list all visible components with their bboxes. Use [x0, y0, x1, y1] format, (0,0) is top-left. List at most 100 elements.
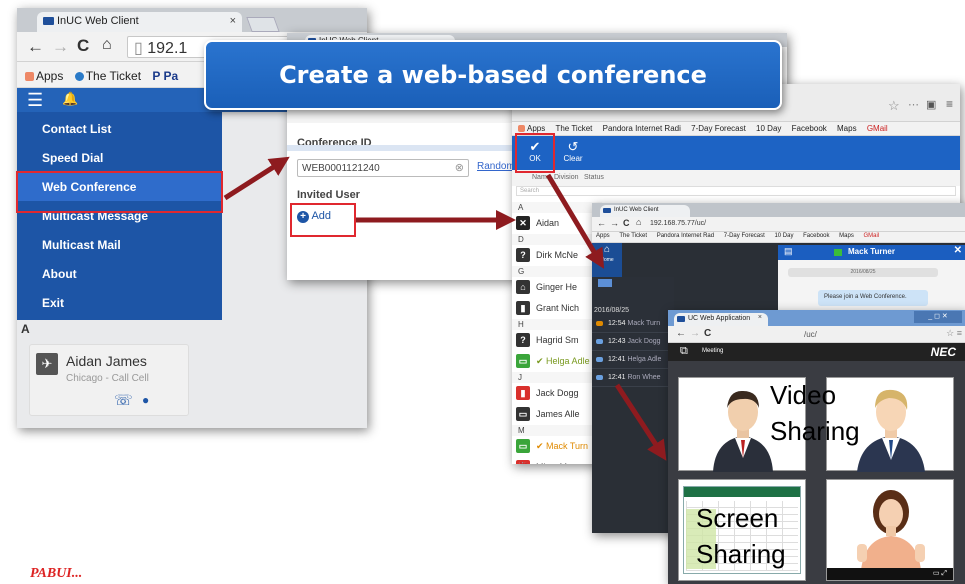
screen-icon[interactable]: ▭ — [933, 570, 940, 577]
bookmark-facebook[interactable]: Facebook — [803, 233, 829, 239]
contact-row[interactable]: ▭ ✔ Helga Adle — [512, 351, 602, 372]
home-icon[interactable]: ⌂ — [636, 217, 641, 227]
hamburger-icon[interactable]: ☰ — [27, 90, 43, 111]
search-field[interactable]: Search — [516, 186, 956, 196]
browser-tab[interactable]: InUC Web Client × — [37, 12, 242, 32]
clear-button[interactable]: ↺ Clear — [558, 139, 588, 168]
screen-sharing-label-2: Sharing — [696, 539, 786, 569]
clear-field-icon[interactable]: ⊗ — [455, 161, 464, 174]
contact-name: Ginger He — [536, 282, 578, 292]
meeting-icon[interactable]: ⧉ — [680, 345, 688, 358]
bookmark-10day[interactable]: 10 Day — [756, 124, 781, 133]
reload-icon[interactable]: C — [77, 36, 89, 56]
bookmark-10day[interactable]: 10 Day — [774, 233, 793, 239]
extension-icon[interactable]: ⋯ — [908, 98, 919, 111]
contact-row[interactable]: ▭ ✔ Mack Turn — [512, 436, 602, 457]
document-icon[interactable]: ▤ — [784, 246, 793, 257]
contact-row[interactable]: ? Hagrid Sm — [512, 330, 602, 351]
contact-row[interactable]: ⏰ Misty May — [512, 457, 602, 464]
conference-id-field[interactable]: WEB0001121240 ⊗ — [297, 159, 469, 177]
ok-button[interactable]: ✔ OK — [520, 139, 550, 168]
back-icon[interactable]: ← — [597, 218, 606, 228]
feed-name: Jack Dogg — [627, 338, 661, 345]
browser-tab-5[interactable]: UC Web Application × — [674, 313, 768, 326]
contact-row[interactable]: ▮ Grant Nich — [512, 298, 602, 319]
bookmark-7day[interactable]: 7-Day Forecast — [724, 233, 765, 239]
window-icon[interactable]: ▣ — [926, 98, 936, 111]
feed-row[interactable]: 12:54 Mack Turn — [592, 316, 674, 333]
ok-label: OK — [529, 154, 541, 163]
menu-exit[interactable]: Exit — [17, 288, 222, 317]
chrome-menu-icon[interactable]: ≡ — [946, 97, 953, 111]
random-link[interactable]: Random — [477, 161, 515, 172]
bookmark-the-ticket[interactable]: The Ticket — [619, 233, 647, 239]
back-icon[interactable]: ← — [27, 37, 44, 57]
address-text[interactable]: 192.168.75.77/uc/ — [650, 220, 706, 227]
menu-multicast-message[interactable]: Multicast Message — [17, 201, 222, 230]
bookmark-gmail[interactable]: GMail — [867, 124, 888, 133]
browser-tab-4[interactable]: InUC Web Client — [600, 205, 690, 217]
forward-icon[interactable]: → — [690, 328, 700, 339]
filter-tab-status[interactable]: Status — [584, 174, 604, 181]
bookmark-apps[interactable]: Apps — [596, 233, 610, 239]
contact-card[interactable]: ✈ Aidan James Chicago - Call Cell ☏ ● — [29, 344, 189, 416]
close-chat-icon[interactable]: ✕ — [954, 245, 962, 256]
contact-row[interactable]: ▭ James Alle — [512, 404, 602, 425]
bookmark-the-ticket[interactable]: The Ticket — [555, 124, 592, 133]
home-nav-label: Home — [600, 257, 614, 263]
chat-icon[interactable]: ● — [142, 393, 149, 407]
menu-speed-dial[interactable]: Speed Dial — [17, 143, 222, 172]
filter-tab-division[interactable]: Division — [554, 174, 579, 181]
menu-multicast-mail[interactable]: Multicast Mail — [17, 230, 222, 259]
contact-row[interactable]: ⌂ Ginger He — [512, 277, 602, 298]
contact-status-icon: ⌂ — [516, 280, 530, 294]
video-tile-3[interactable]: ▭ ⤢ — [826, 479, 954, 581]
bookmark-apps[interactable]: Apps — [518, 124, 545, 133]
bookmark-maps[interactable]: Maps — [837, 124, 857, 133]
page-icon: ▯ — [134, 40, 148, 57]
filter-tab-name[interactable]: Name — [532, 174, 551, 181]
bookmark-maps[interactable]: Maps — [839, 233, 854, 239]
contact-row[interactable]: ✕ Aidan — [512, 213, 602, 234]
call-icon[interactable]: ☏ — [114, 391, 133, 409]
bell-icon[interactable]: 🔔 — [62, 91, 78, 107]
feed-row[interactable]: 12:43 Jack Dogg — [592, 334, 674, 351]
forward-icon[interactable]: → — [610, 218, 619, 228]
menu-web-conference[interactable]: Web Conference — [17, 172, 222, 201]
bookmark-pandora[interactable]: P Pa — [152, 69, 178, 83]
bookmark-pandora[interactable]: Pandora Internet Rad — [657, 233, 714, 239]
expand-icon[interactable]: ⤢ — [941, 570, 947, 577]
add-button[interactable]: + Add — [297, 210, 331, 223]
spreadsheet-ribbon — [684, 487, 800, 497]
menu-about[interactable]: About — [17, 259, 222, 288]
list-tab-icon[interactable] — [598, 279, 612, 287]
bookmark-apps[interactable]: Apps — [25, 69, 63, 83]
contact-row[interactable]: ? Dirk McNe — [512, 245, 602, 266]
menu-contact-list[interactable]: Contact List — [17, 114, 222, 143]
nec-favicon — [677, 316, 685, 322]
bookmark-facebook[interactable]: Facebook — [792, 124, 827, 133]
back-icon[interactable]: ← — [676, 328, 686, 339]
contact-status-icon: ▮ — [516, 386, 530, 400]
tab-bar: InUC Web Client × — [17, 8, 367, 32]
feed-row[interactable]: 12:41 Helga Adle — [592, 352, 674, 369]
feed-row[interactable]: 12:41 Ron Whee — [592, 370, 674, 387]
star-icon[interactable]: ☆ — [888, 98, 900, 114]
bookmark-7day[interactable]: 7-Day Forecast — [691, 124, 746, 133]
contact-row[interactable]: ▮ Jack Dogg — [512, 383, 602, 404]
forward-icon[interactable]: → — [52, 37, 69, 57]
bookmark-the-ticket[interactable]: The Ticket — [74, 69, 141, 83]
new-tab-button[interactable] — [246, 17, 280, 32]
reload-icon[interactable]: C — [704, 328, 711, 339]
home-icon[interactable]: ⌂ — [102, 36, 112, 54]
bookmark-gmail[interactable]: GMail — [864, 233, 880, 239]
reload-icon[interactable]: C — [623, 218, 630, 228]
address-text[interactable]: /uc/ — [804, 330, 817, 339]
bookmark-pandora[interactable]: Pandora Internet Radi — [603, 124, 681, 133]
browser-icons[interactable]: ☆ ≡ — [946, 328, 962, 339]
tab-close-icon[interactable]: × — [758, 314, 762, 321]
contact-status-icon: ▭ — [516, 407, 530, 421]
section-header: D — [512, 234, 602, 245]
home-nav-icon[interactable]: ⌂ — [592, 243, 622, 257]
tab-close-icon[interactable]: × — [230, 15, 236, 27]
